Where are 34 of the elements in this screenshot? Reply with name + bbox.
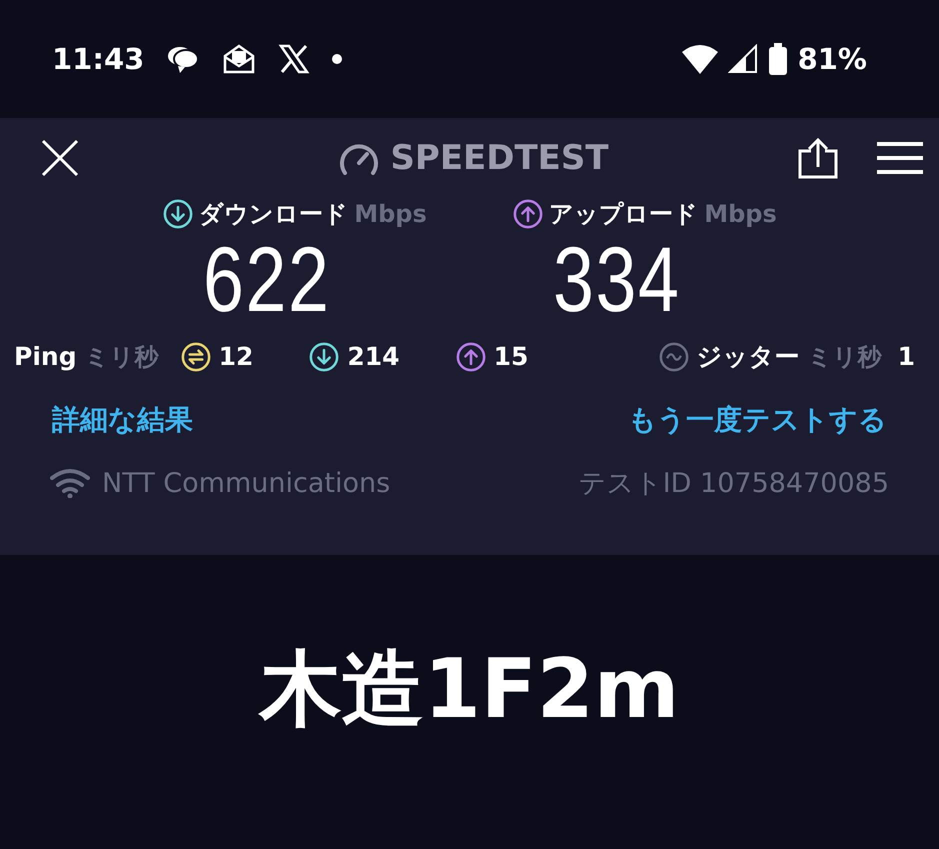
- close-icon[interactable]: [40, 138, 80, 178]
- battery-icon: [768, 43, 788, 75]
- unit-label: Mbps: [704, 200, 777, 228]
- battery-percentage: 81%: [798, 42, 867, 76]
- speed-value: 334: [553, 230, 682, 330]
- caption-text: 木造1F2m: [260, 641, 680, 739]
- ping-icon: [180, 342, 211, 372]
- unit-label: ミリ秒: [808, 342, 882, 372]
- wave-icon: [658, 342, 689, 372]
- latency-value: 214: [347, 342, 400, 371]
- envelope-icon: [222, 44, 256, 74]
- result-link[interactable]: 詳細な結果: [52, 401, 193, 439]
- signal-icon: [728, 44, 758, 74]
- test-id: テストID 10758470085: [578, 467, 889, 501]
- wifi-icon: [50, 468, 90, 498]
- ping-label: Ping: [14, 342, 77, 371]
- jitter-value: 1: [898, 342, 915, 371]
- provider-name: NTT Communications: [102, 468, 390, 498]
- wifi-icon: [682, 44, 718, 74]
- speed-value: 622: [203, 230, 332, 330]
- clock-time: 11:43: [52, 42, 144, 76]
- app-title: SPEEDTEST: [390, 138, 609, 178]
- jitter-label: ジッター: [696, 341, 800, 373]
- share-icon[interactable]: [797, 137, 839, 179]
- unit-label: ミリ秒: [84, 342, 159, 372]
- result-label: アップロード: [549, 199, 698, 230]
- dot-icon: [332, 54, 342, 64]
- menu-icon[interactable]: [877, 141, 923, 175]
- result-label: ダウンロード: [199, 199, 348, 230]
- result-link[interactable]: もう一度テストする: [628, 401, 887, 439]
- latency-value: 12: [218, 342, 254, 371]
- x-logo-icon: [278, 44, 310, 74]
- latency-value: 15: [494, 342, 528, 371]
- unit-label: Mbps: [354, 200, 427, 228]
